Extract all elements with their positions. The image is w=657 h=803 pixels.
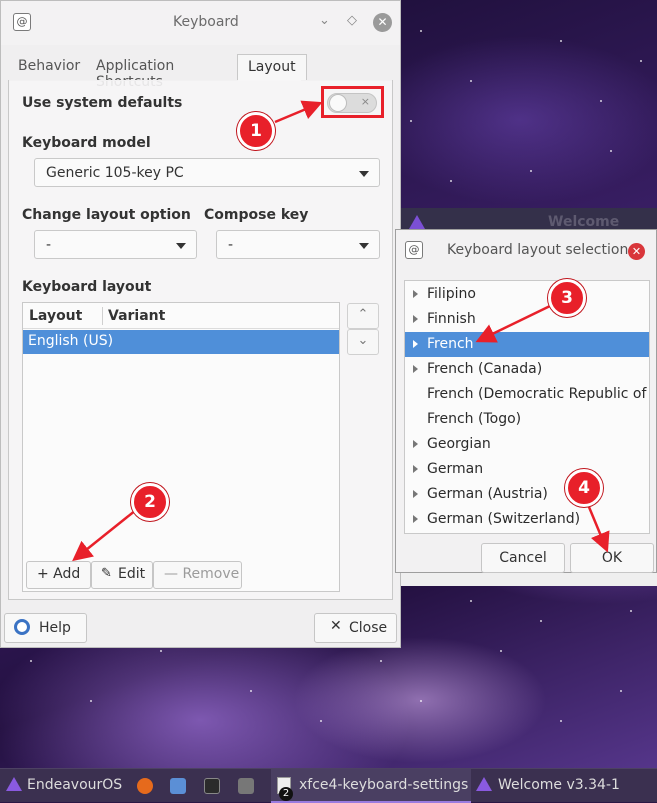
arrow-3 bbox=[475, 304, 551, 343]
annotation-badge-2: 2 bbox=[131, 483, 169, 521]
task-label: xfce4-keyboard-settings bbox=[299, 777, 469, 793]
annotation-badge-3: 3 bbox=[548, 279, 586, 317]
annotation-badge-4: 4 bbox=[565, 469, 603, 507]
window-count-badge: 2 bbox=[279, 787, 293, 801]
endeavour-menu-icon[interactable] bbox=[6, 777, 22, 791]
task-welcome[interactable]: Welcome v3.34-1 bbox=[498, 777, 620, 793]
welcome-task-icon bbox=[476, 777, 492, 791]
arrow-2 bbox=[72, 509, 137, 562]
firefox-icon[interactable] bbox=[137, 778, 153, 794]
file-manager-icon[interactable] bbox=[170, 778, 186, 794]
task-keyboard-settings[interactable]: 2 xfce4-keyboard-settings bbox=[271, 769, 471, 803]
annotation-arrows bbox=[72, 100, 610, 562]
settings-manager-icon[interactable] bbox=[238, 778, 254, 794]
arrow-1 bbox=[274, 100, 323, 124]
terminal-icon[interactable] bbox=[204, 778, 220, 794]
taskbar: EndeavourOS 2 xfce4-keyboard-settings We… bbox=[0, 768, 657, 803]
start-menu-label[interactable]: EndeavourOS bbox=[27, 777, 122, 793]
arrow-4 bbox=[587, 506, 610, 553]
annotation-badge-1: 1 bbox=[237, 112, 275, 150]
